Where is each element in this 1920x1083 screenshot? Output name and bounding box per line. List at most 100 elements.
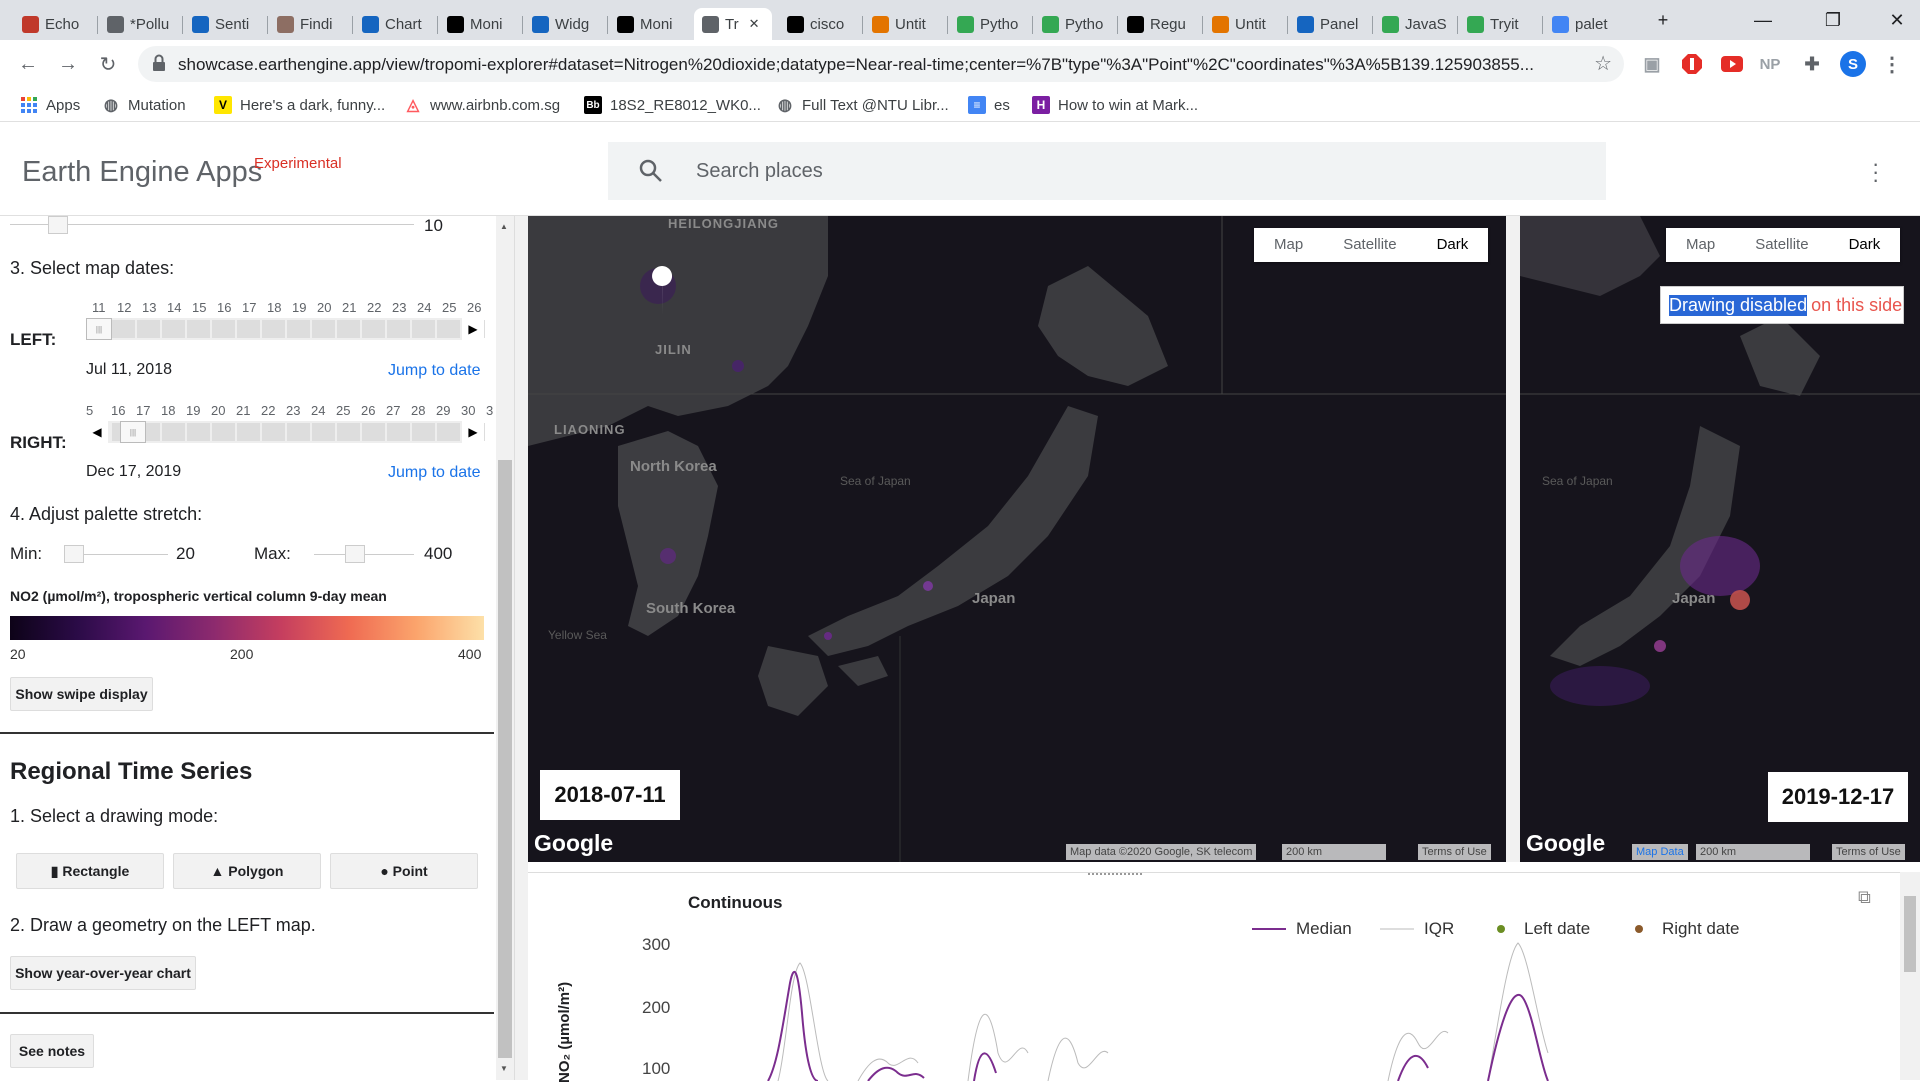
browser-tab[interactable]: Tryit — [1459, 8, 1537, 40]
map-type-map-button[interactable]: Map — [1666, 228, 1735, 262]
map-data-link[interactable]: Map Data — [1632, 844, 1688, 860]
map-type-satellite-button[interactable]: Satellite — [1735, 228, 1828, 262]
bookmark-blackboard[interactable]: Bb 18S2_RE8012_WK0... — [584, 96, 761, 114]
day-cell[interactable] — [312, 320, 335, 338]
browser-tab[interactable]: palet — [1544, 8, 1622, 40]
browser-tab[interactable]: Echo — [14, 8, 92, 40]
right-date-prev-arrow[interactable]: ◀ — [86, 421, 108, 443]
day-cell[interactable] — [337, 423, 360, 441]
day-cell[interactable] — [187, 423, 210, 441]
extension-np-icon[interactable]: NP — [1758, 52, 1782, 76]
day-cell[interactable] — [237, 320, 260, 338]
day-cell[interactable] — [287, 320, 310, 338]
browser-tab[interactable]: Findi — [269, 8, 347, 40]
panel-scrollbar-thumb[interactable] — [498, 460, 512, 1058]
map-type-satellite-button[interactable]: Satellite — [1323, 228, 1416, 262]
browser-tab[interactable]: JavaS — [1374, 8, 1452, 40]
right-jump-to-date-link[interactable]: Jump to date — [388, 464, 481, 482]
day-cell[interactable] — [387, 423, 410, 441]
point-mode-button[interactable]: ● Point — [330, 853, 478, 889]
left-jump-to-date-link[interactable]: Jump to date — [388, 362, 481, 380]
show-swipe-display-button[interactable]: Show swipe display — [10, 677, 153, 711]
browser-menu-icon[interactable]: ⋮ — [1880, 52, 1904, 76]
day-cell[interactable] — [162, 320, 185, 338]
panel-scrollbar[interactable]: ▲ ▼ — [496, 216, 514, 1080]
map-type-dark-button[interactable]: Dark — [1417, 228, 1489, 262]
extensions-puzzle-icon[interactable]: ✚ — [1800, 52, 1824, 76]
terms-of-use-link[interactable]: Terms of Use — [1832, 844, 1905, 860]
profile-avatar[interactable]: S — [1840, 51, 1866, 77]
search-icon[interactable] — [638, 158, 664, 184]
day-cell[interactable] — [212, 423, 235, 441]
browser-tab[interactable]: Untit — [864, 8, 942, 40]
left-date-next-arrow[interactable]: ▶ — [462, 318, 484, 340]
max-slider-thumb[interactable] — [345, 545, 365, 563]
day-cell[interactable] — [187, 320, 210, 338]
restore-icon[interactable]: ❐ — [1810, 0, 1856, 40]
browser-tab[interactable]: Chart — [354, 8, 432, 40]
top-slider-thumb[interactable] — [48, 216, 68, 234]
chart-scrollbar[interactable] — [1900, 872, 1920, 1080]
browser-tab[interactable]: Pytho — [1034, 8, 1112, 40]
left-date-strip[interactable]: ||| ▶ — [86, 318, 485, 340]
browser-tab[interactable]: Panel — [1289, 8, 1367, 40]
day-cell[interactable] — [262, 320, 285, 338]
address-bar[interactable]: showcase.earthengine.app/view/tropomi-ex… — [138, 46, 1624, 82]
top-slider-track[interactable] — [10, 224, 414, 225]
browser-tab[interactable]: *Pollu — [99, 8, 177, 40]
bookmark-star-icon[interactable]: ☆ — [1594, 51, 1612, 76]
map-type-dark-button[interactable]: Dark — [1829, 228, 1901, 262]
back-icon[interactable]: ← — [16, 52, 40, 76]
reload-icon[interactable]: ↻ — [96, 52, 120, 76]
close-window-icon[interactable]: ✕ — [1874, 0, 1920, 40]
day-cell[interactable] — [387, 320, 410, 338]
right-date-strip[interactable]: ◀ ||| ▶ — [86, 421, 485, 443]
new-tab-button[interactable]: + — [1640, 0, 1686, 40]
bookmark-airbnb[interactable]: ◬ www.airbnb.com.sg — [404, 96, 560, 115]
browser-tab[interactable]: Pytho — [949, 8, 1027, 40]
browser-tab[interactable]: Regu — [1119, 8, 1197, 40]
browser-tab[interactable]: Untit — [1204, 8, 1282, 40]
day-cell[interactable] — [412, 320, 435, 338]
rectangle-mode-button[interactable]: ▮ Rectangle — [16, 853, 164, 889]
panel-resize-handle[interactable] — [514, 216, 528, 1080]
map-divider-handle[interactable] — [1506, 216, 1520, 862]
day-cell[interactable] — [437, 423, 460, 441]
left-map-canvas[interactable] — [528, 216, 1506, 862]
browser-tab[interactable]: Moni — [609, 8, 687, 40]
bookmark-ntu-library[interactable]: ◍ Full Text @NTU Libr... — [776, 96, 949, 115]
extension-adblock-icon[interactable] — [1680, 52, 1704, 76]
extension-youtube-icon[interactable] — [1720, 52, 1744, 76]
browser-tab[interactable]: Moni — [439, 8, 517, 40]
day-cell[interactable] — [162, 423, 185, 441]
day-cell[interactable] — [112, 320, 135, 338]
day-cell[interactable] — [312, 423, 335, 441]
day-cell[interactable] — [237, 423, 260, 441]
bookmark-mutation[interactable]: ◍ Mutation — [102, 96, 186, 115]
polygon-mode-button[interactable]: ▲ Polygon — [173, 853, 321, 889]
scroll-down-arrow[interactable]: ▼ — [500, 1064, 508, 1073]
left-date-thumb[interactable]: ||| — [86, 318, 112, 340]
right-date-thumb[interactable]: ||| — [120, 421, 146, 443]
min-slider-thumb[interactable] — [64, 545, 84, 563]
search-input[interactable] — [696, 156, 1576, 186]
day-cell[interactable] — [262, 423, 285, 441]
bookmark-apps[interactable]: Apps — [20, 96, 80, 114]
scroll-up-arrow[interactable]: ▲ — [500, 222, 508, 231]
app-title[interactable]: Earth Engine Apps — [22, 156, 262, 189]
day-cell[interactable] — [412, 423, 435, 441]
close-tab-icon[interactable]: ✕ — [749, 16, 760, 32]
right-date-next-arrow[interactable]: ▶ — [462, 421, 484, 443]
day-cell[interactable] — [212, 320, 235, 338]
map-type-map-button[interactable]: Map — [1254, 228, 1323, 262]
day-cell[interactable] — [362, 320, 385, 338]
extension-reader-icon[interactable]: ▣ — [1640, 52, 1664, 76]
bookmark-dark-funny[interactable]: V Here's a dark, funny... — [214, 96, 385, 114]
day-cell[interactable] — [137, 320, 160, 338]
minimize-icon[interactable]: — — [1740, 0, 1786, 40]
left-map[interactable]: HEILONGJIANG JILIN LIAONING North Korea … — [528, 216, 1506, 862]
see-notes-button[interactable]: See notes — [10, 1034, 94, 1068]
more-options-icon[interactable]: · · · — [1872, 153, 1879, 191]
day-cell[interactable] — [362, 423, 385, 441]
chart-scrollbar-thumb[interactable] — [1904, 896, 1916, 972]
